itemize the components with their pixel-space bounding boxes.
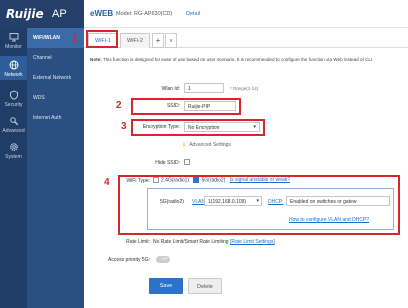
note-prefix: Note: xyxy=(90,57,102,62)
callout-number-2: 2 xyxy=(116,100,122,111)
main-nav: Monitor Network Security Advanced System xyxy=(0,28,27,308)
nav-network[interactable]: Network xyxy=(0,56,27,80)
radio1-label: 2.4G(radio1) xyxy=(161,177,190,184)
ssid-input[interactable]: Ruijie-PIP xyxy=(184,101,236,111)
shield-icon xyxy=(9,90,18,100)
advanced-settings-toggle[interactable]: ⇓ Advanced Settings xyxy=(182,142,231,148)
access-priority-toggle[interactable]: OFF xyxy=(156,256,170,263)
callout-number-1: 1 xyxy=(72,33,78,44)
detail-link[interactable]: Detail xyxy=(186,11,200,17)
dhcp-label: DHCP: xyxy=(268,199,284,205)
ruijie-logo: Ruijie xyxy=(6,7,44,21)
brand-area: Ruijie AP xyxy=(0,0,84,28)
radio2-label: 5G(radio2) xyxy=(201,177,226,184)
nav-monitor-label: Monitor xyxy=(5,44,22,50)
subnav-item-external-network[interactable]: External Network xyxy=(27,68,84,88)
callout-number-4: 4 xyxy=(104,177,110,188)
ssid-label: SSID: xyxy=(166,103,180,109)
nav-security[interactable]: Security xyxy=(0,90,27,110)
rate-limit-row: No Rate Limit/Smart Rate Limiting [Rate … xyxy=(153,239,275,245)
encryption-type-select[interactable]: No Encryption ▾ xyxy=(184,122,260,132)
advanced-settings-label: Advanced Settings xyxy=(189,142,231,148)
radio2-checkbox[interactable] xyxy=(193,177,200,183)
callout-box-1 xyxy=(86,30,118,48)
wrench-icon xyxy=(9,117,18,126)
wlan-id-hint: * Range(1-14) xyxy=(230,86,259,91)
encryption-type-value: No Encryption xyxy=(188,125,220,131)
monitor-icon xyxy=(9,33,18,42)
wlan-id-label: Wlan Id: xyxy=(161,86,180,92)
usage-note: Note: This function is designed for ease… xyxy=(90,57,374,62)
sub-nav: WiFi/WLAN Channel External Network WDS I… xyxy=(27,28,84,308)
eweb-logo: eWEB xyxy=(90,9,114,18)
dhcp-select[interactable]: Enabled on switches or gatew xyxy=(286,196,390,206)
vlan-dhcp-help-link[interactable]: How to configure VLAN and DHCP? xyxy=(289,217,369,223)
nav-system[interactable]: System xyxy=(0,142,27,162)
top-header: eWEB Model: RG-AP630(CD) Detail xyxy=(84,0,408,28)
radio2-settings-panel: 5G(radio2) VLAN: 1(192.168.0.109) ▾ DHCP… xyxy=(147,188,394,230)
chevron-down-icon: ▾ xyxy=(253,124,256,130)
tab-wifi-2[interactable]: WiFi-2 xyxy=(120,33,150,48)
nav-network-label: Network xyxy=(4,72,23,78)
wifi-tabs: WiFi-1 WiFi-2 + v xyxy=(84,30,408,48)
product-name: AP xyxy=(52,8,67,20)
wifi-type-options: 2.4G(radio1) 5G(radio2) Is signal unstab… xyxy=(153,177,290,183)
vlan-select[interactable]: 1(192.168.0.109) ▾ xyxy=(204,196,262,206)
double-chevron-down-icon: ⇓ xyxy=(182,142,187,148)
device-model: Model: RG-AP630(CD) xyxy=(116,11,173,17)
save-button[interactable]: Save xyxy=(149,278,183,294)
subnav-item-wds[interactable]: WDS xyxy=(27,88,84,108)
chevron-down-icon: ▾ xyxy=(256,198,259,204)
nav-advanced[interactable]: Advanced xyxy=(0,116,27,136)
hide-ssid-checkbox[interactable] xyxy=(184,159,190,165)
signal-help-link[interactable]: Is signal unstable or weak? xyxy=(230,177,290,183)
radio1-checkbox[interactable] xyxy=(153,177,159,183)
gear-icon xyxy=(9,143,18,151)
wlan-id-input[interactable]: 1 xyxy=(184,83,224,93)
subnav-item-channel[interactable]: Channel xyxy=(27,48,84,68)
rate-limit-label: Rate Limit: xyxy=(126,239,150,245)
access-priority-label: Access priority 5G: xyxy=(108,257,150,263)
nav-advanced-label: Advanced xyxy=(2,128,25,134)
rate-limit-settings-link[interactable]: [Rate Limit Settings] xyxy=(230,239,275,245)
nav-system-label: System xyxy=(5,154,22,160)
more-tabs-chevron-icon[interactable]: v xyxy=(165,33,177,48)
note-text: This function is designed for ease of us… xyxy=(101,57,374,62)
subnav-item-internet-auth[interactable]: Internet Auth xyxy=(27,108,84,128)
wifi-type-label: WiFi Type: xyxy=(126,178,150,184)
nav-security-label: Security xyxy=(4,102,23,108)
encryption-type-label: Encryption Type: xyxy=(142,124,180,130)
vlan-value: 1(192.168.0.109) xyxy=(208,199,247,205)
globe-icon xyxy=(9,60,18,70)
nav-monitor[interactable]: Monitor xyxy=(0,32,27,52)
radio2-tag: 5G(radio2) xyxy=(160,199,184,205)
delete-button[interactable]: Delete xyxy=(188,278,222,294)
hide-ssid-label: Hide SSID: xyxy=(155,160,180,166)
dhcp-value: Enabled on switches or gatew xyxy=(290,199,357,205)
callout-number-3: 3 xyxy=(121,121,127,132)
rate-limit-value: No Rate Limit/Smart Rate Limiting xyxy=(153,239,229,245)
add-tab-button[interactable]: + xyxy=(152,33,164,48)
